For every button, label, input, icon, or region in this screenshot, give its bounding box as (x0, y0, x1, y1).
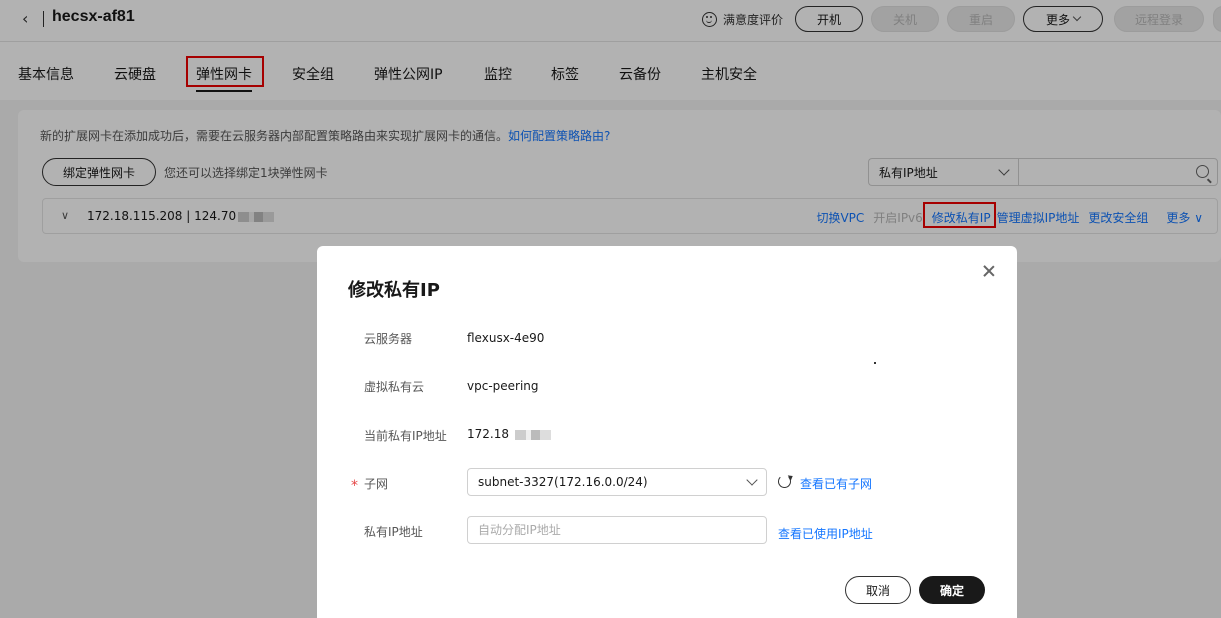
chevron-down-icon (746, 474, 758, 486)
current-ip-label: 当前私有IP地址 (364, 429, 447, 443)
server-value: flexusx-4e90 (467, 331, 545, 345)
vpc-label: 虚拟私有云 (364, 380, 425, 394)
subnet-label: 子网 (364, 477, 389, 491)
masked-ip-blur (514, 429, 551, 440)
current-ip-value: 172.18 (467, 427, 551, 441)
current-ip-text: 172.18 (467, 427, 509, 441)
view-used-ips-link[interactable]: 查看已使用IP地址 (778, 525, 873, 542)
cancel-button[interactable]: 取消 (845, 576, 911, 604)
subnet-select-value: subnet-3327(172.16.0.0/24) (478, 475, 648, 489)
server-label: 云服务器 (364, 332, 413, 346)
subnet-select[interactable]: subnet-3327(172.16.0.0/24) (467, 468, 767, 496)
view-subnets-link[interactable]: 查看已有子网 (800, 475, 872, 492)
close-icon[interactable] (982, 264, 996, 278)
private-ip-input[interactable] (467, 516, 767, 544)
private-ip-label: 私有IP地址 (364, 525, 423, 539)
vpc-value: vpc-peering (467, 379, 539, 393)
required-mark: * (351, 478, 358, 494)
dialog-title: 修改私有IP (348, 280, 440, 301)
confirm-button[interactable]: 确定 (919, 576, 985, 604)
modify-private-ip-dialog: 修改私有IP 云服务器 flexusx-4e90 虚拟私有云 vpc-peeri… (317, 246, 1017, 618)
stray-dot (874, 362, 876, 364)
refresh-icon[interactable] (778, 475, 791, 488)
